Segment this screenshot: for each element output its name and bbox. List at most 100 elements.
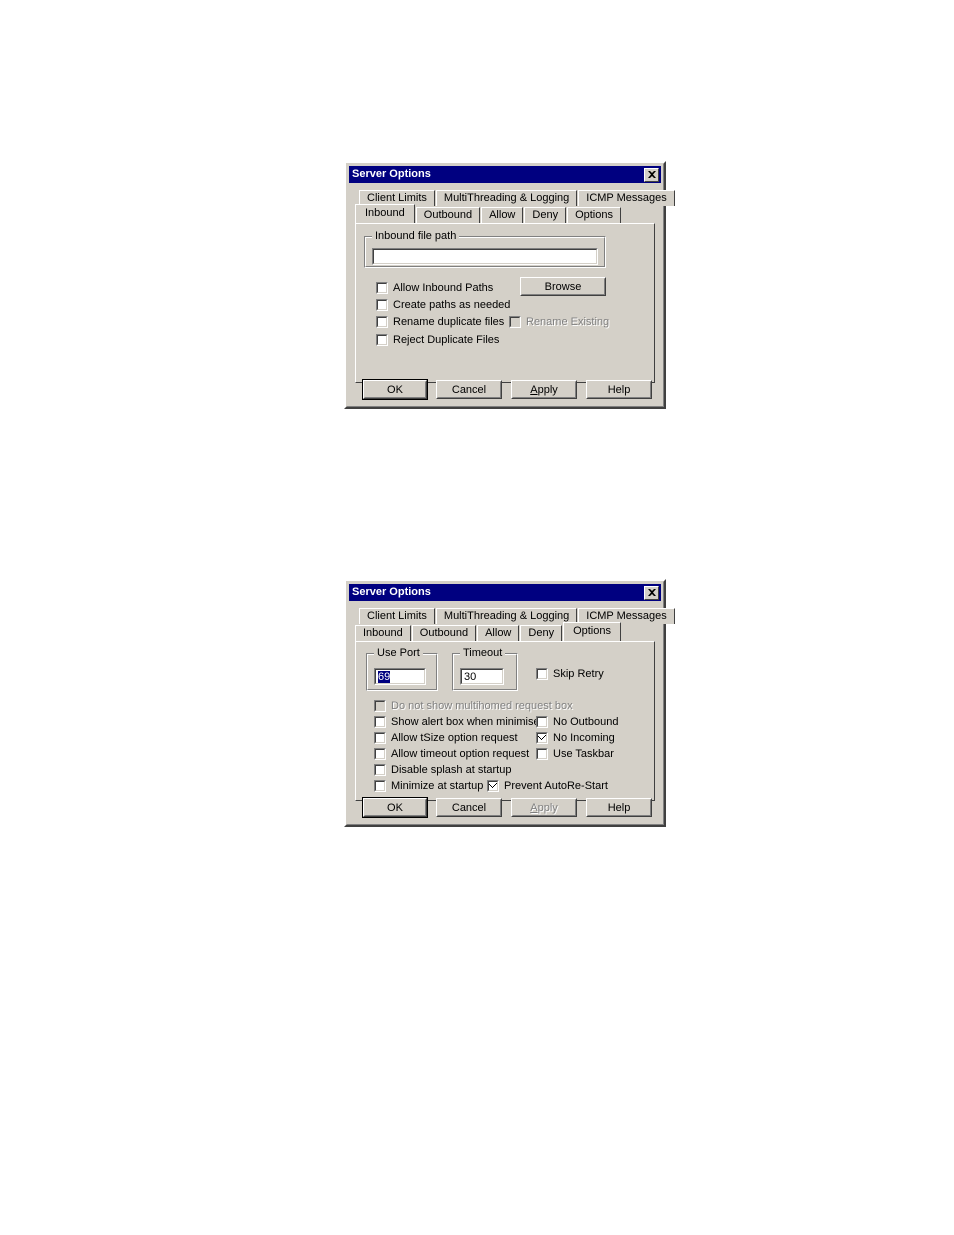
ok-button-label: OK: [387, 801, 403, 814]
help-button-label: Help: [607, 383, 631, 396]
ok-button[interactable]: OK: [362, 797, 428, 818]
use-port-input[interactable]: 69: [374, 668, 426, 685]
checkbox-label: No Incoming: [553, 732, 615, 744]
check-icon: [489, 783, 497, 788]
checkbox-box: [536, 716, 548, 728]
checkbox-box: [376, 334, 388, 346]
tab-deny[interactable]: Deny: [524, 207, 567, 223]
checkbox-show-alert-box-when-minimised[interactable]: Show alert box when minimised: [374, 716, 546, 728]
checkbox-box: [376, 316, 388, 328]
group-use-port-legend: Use Port: [374, 648, 423, 659]
apply-button: Apply: [511, 798, 577, 817]
checkbox-label: Allow timeout option request: [391, 748, 530, 760]
tab-page-inbound: Inbound file path Allow Inbound Paths Cr…: [355, 223, 655, 383]
server-options-dialog-options: Server Options Client Limits MultiThread…: [344, 579, 675, 827]
close-icon[interactable]: [644, 167, 659, 182]
ok-button[interactable]: OK: [362, 379, 428, 400]
cancel-button[interactable]: Cancel: [436, 380, 502, 399]
checkbox-allow-inbound-paths[interactable]: Allow Inbound Paths: [376, 282, 493, 294]
tab-row-2: Inbound Outbound Allow Deny Options: [355, 204, 655, 223]
tab-client-limits[interactable]: Client Limits: [359, 608, 435, 624]
checkbox-box: [376, 299, 388, 311]
tab-row-2: Inbound Outbound Allow Deny Options: [355, 622, 655, 641]
checkbox-box: [487, 780, 499, 792]
group-inbound-file-path-legend: Inbound file path: [372, 231, 460, 242]
window-title: Server Options: [352, 586, 431, 598]
checkbox-box: [536, 748, 548, 760]
apply-button-label: Apply: [530, 801, 558, 814]
checkbox-skip-retry[interactable]: Skip Retry: [536, 668, 604, 680]
help-button-label: Help: [607, 801, 631, 814]
apply-button[interactable]: Apply: [511, 380, 577, 399]
browse-button-label: Browse: [544, 280, 582, 293]
checkbox-label: Rename duplicate files: [393, 316, 505, 328]
checkbox-box: [374, 748, 386, 760]
checkbox-label: Disable splash at startup: [391, 764, 512, 776]
checkbox-no-outbound[interactable]: No Outbound: [536, 716, 618, 728]
check-icon: [538, 735, 546, 740]
checkbox-label: Prevent AutoRe-Start: [504, 780, 608, 792]
checkbox-rename-duplicate-files[interactable]: Rename duplicate files: [376, 316, 504, 328]
dialog-inner-frame: Server Options Client Limits MultiThread…: [346, 163, 675, 407]
use-port-value: 69: [378, 670, 391, 683]
tab-options[interactable]: Options: [563, 622, 621, 641]
checkbox-label: Reject Duplicate Files: [393, 334, 500, 346]
tab-inbound[interactable]: Inbound: [355, 204, 415, 223]
checkbox-label: Create paths as needed: [393, 299, 511, 311]
tab-inbound[interactable]: Inbound: [355, 625, 411, 641]
group-timeout-legend: Timeout: [460, 648, 506, 659]
tab-outbound[interactable]: Outbound: [411, 625, 477, 641]
checkbox-no-incoming[interactable]: No Incoming: [536, 732, 615, 744]
dialog-inner-frame: Server Options Client Limits MultiThread…: [346, 581, 675, 825]
checkbox-box: [536, 668, 548, 680]
checkbox-allow-timeout-option-request[interactable]: Allow timeout option request: [374, 748, 529, 760]
tab-strip-inbound: Client Limits MultiThreading & Logging I…: [349, 183, 675, 223]
checkbox-create-paths-as-needed[interactable]: Create paths as needed: [376, 299, 510, 311]
tab-page-options: Use Port 69 Timeout 30 Skip Retry Do not…: [355, 641, 655, 801]
checkbox-use-taskbar[interactable]: Use Taskbar: [536, 748, 614, 760]
checkbox-label: Allow Inbound Paths: [393, 282, 494, 294]
checkbox-box: [376, 282, 388, 294]
checkbox-box: [374, 700, 386, 712]
checkbox-disable-splash-at-startup[interactable]: Disable splash at startup: [374, 764, 511, 776]
titlebar[interactable]: Server Options: [349, 584, 661, 601]
checkbox-prevent-autore-start[interactable]: Prevent AutoRe-Start: [487, 780, 608, 792]
inbound-file-path-input[interactable]: [372, 248, 598, 265]
cancel-button[interactable]: Cancel: [436, 798, 502, 817]
tab-strip-options: Client Limits MultiThreading & Logging I…: [349, 601, 675, 641]
apply-button-label: Apply: [530, 383, 558, 396]
checkbox-label: Do not show multihomed request box: [391, 700, 573, 712]
help-button[interactable]: Help: [586, 380, 652, 399]
titlebar[interactable]: Server Options: [349, 166, 661, 183]
ok-button-label: OK: [387, 383, 403, 396]
tab-multithreading-logging[interactable]: MultiThreading & Logging: [435, 608, 578, 624]
checkbox-box: [374, 716, 386, 728]
checkbox-box: [374, 780, 386, 792]
checkbox-minimize-at-startup[interactable]: Minimize at startup: [374, 780, 483, 792]
tab-allow[interactable]: Allow: [477, 625, 520, 641]
checkbox-reject-duplicate-files[interactable]: Reject Duplicate Files: [376, 334, 499, 346]
checkbox-label: No Outbound: [553, 716, 619, 728]
close-icon[interactable]: [644, 585, 659, 600]
tab-allow[interactable]: Allow: [481, 207, 524, 223]
checkbox-label: Show alert box when minimised: [391, 716, 546, 728]
cancel-button-label: Cancel: [451, 801, 487, 814]
checkbox-label: Allow tSize option request: [391, 732, 518, 744]
timeout-input[interactable]: 30: [460, 668, 504, 685]
server-options-dialog-inbound: Server Options Client Limits MultiThread…: [344, 161, 675, 409]
tab-outbound[interactable]: Outbound: [415, 207, 481, 223]
browse-button[interactable]: Browse: [520, 277, 606, 296]
help-button[interactable]: Help: [586, 798, 652, 817]
checkbox-allow-tsize-option-request[interactable]: Allow tSize option request: [374, 732, 518, 744]
tab-options[interactable]: Options: [567, 207, 621, 223]
tab-deny[interactable]: Deny: [520, 625, 563, 641]
window-title: Server Options: [352, 168, 431, 180]
tab-icmp-messages[interactable]: ICMP Messages: [578, 190, 675, 206]
checkbox-box: [374, 764, 386, 776]
checkbox-do-not-show-multihomed-request-box: Do not show multihomed request box: [374, 700, 573, 712]
checkbox-box: [536, 732, 548, 744]
checkbox-box: [374, 732, 386, 744]
tab-multithreading-logging[interactable]: MultiThreading & Logging: [435, 190, 578, 206]
checkbox-rename-existing: Rename Existing: [509, 316, 609, 328]
checkbox-label: Minimize at startup: [391, 780, 484, 792]
